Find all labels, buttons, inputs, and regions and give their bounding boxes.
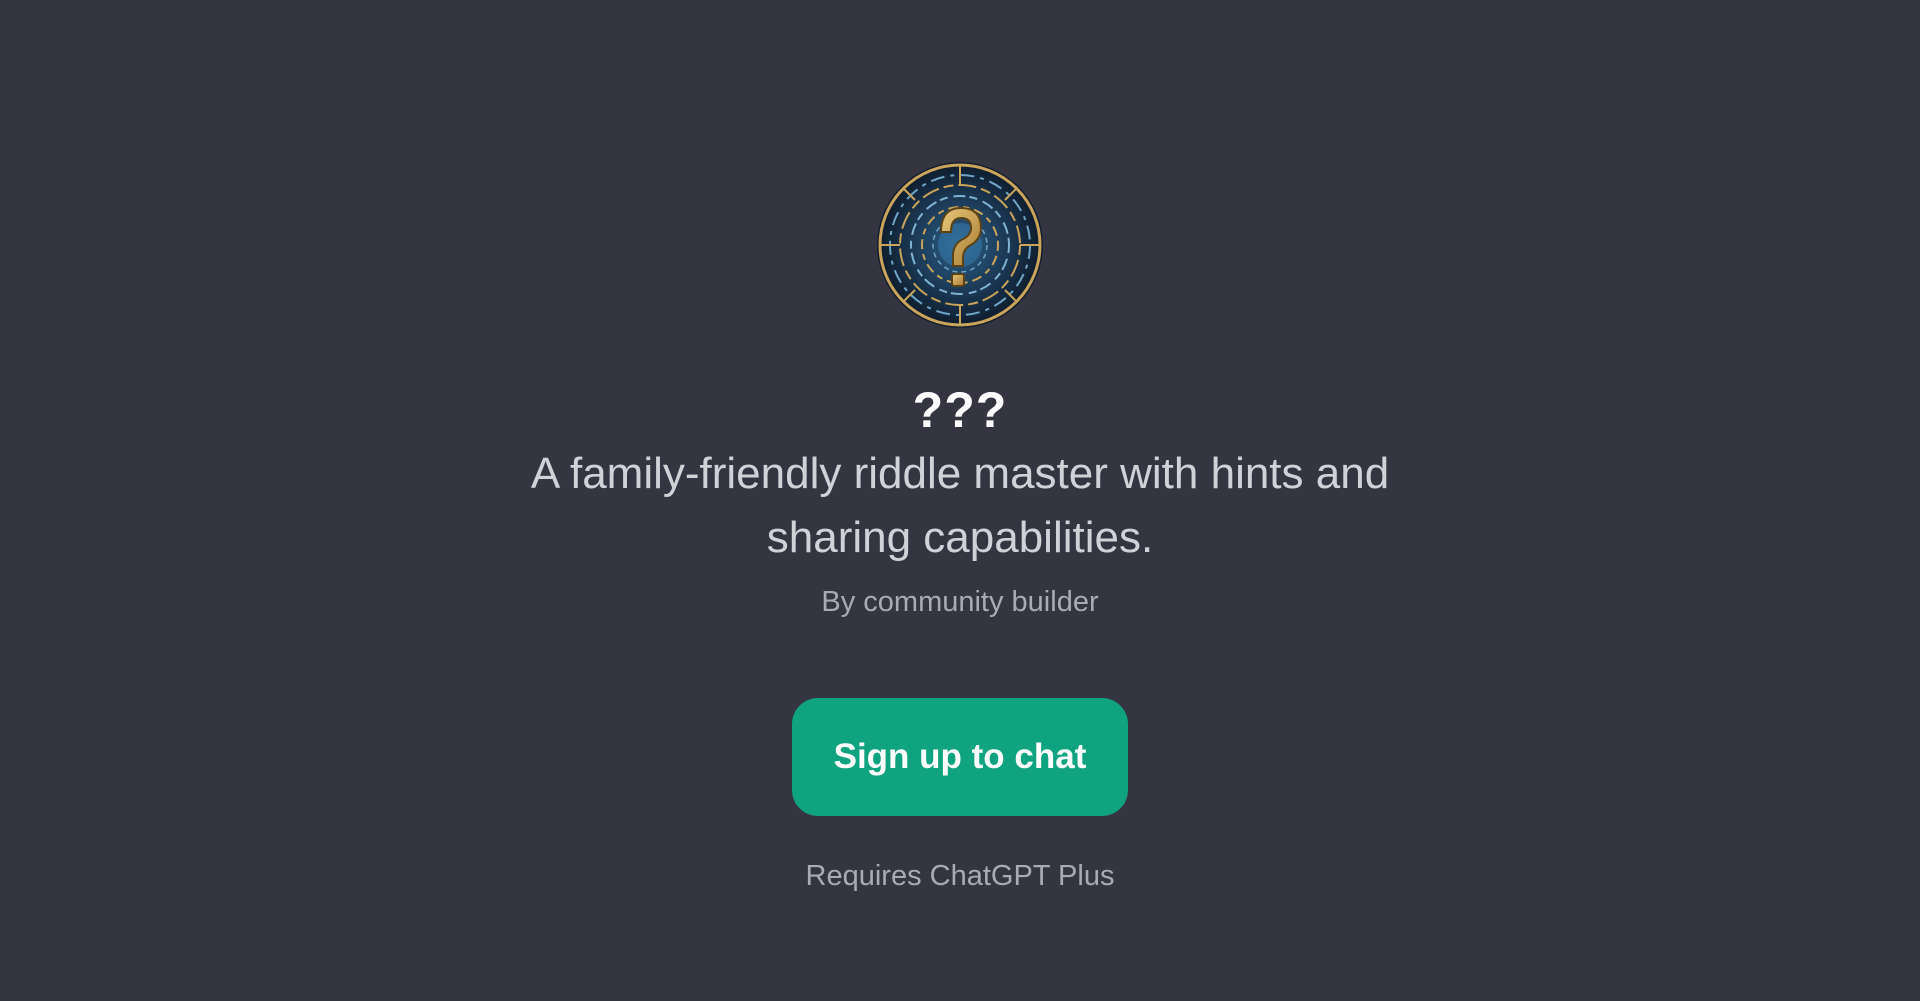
plus-requirement-note: Requires ChatGPT Plus <box>805 860 1115 892</box>
maze-question-mark-icon <box>877 162 1043 328</box>
gpt-avatar <box>877 162 1043 328</box>
gpt-landing-page: ??? A family-friendly riddle master with… <box>0 0 1920 1001</box>
gpt-author: By community builder <box>821 586 1099 618</box>
gpt-profile: ??? A family-friendly riddle master with… <box>0 0 1920 896</box>
sign-up-to-chat-button[interactable]: Sign up to chat <box>792 698 1128 816</box>
gpt-description: A family-friendly riddle master with hin… <box>530 449 1390 562</box>
gpt-title: ??? <box>912 382 1008 438</box>
